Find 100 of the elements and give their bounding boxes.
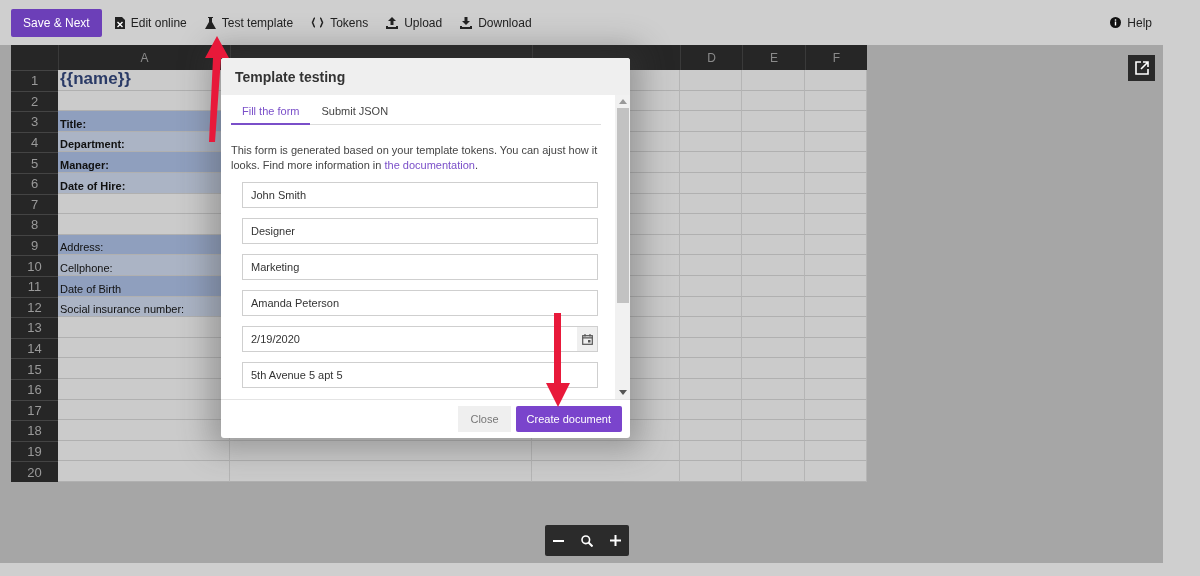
table-cell (680, 214, 742, 235)
table-cell (630, 234, 680, 256)
table-cell (742, 337, 805, 359)
row-header[interactable]: 3 (11, 111, 58, 132)
input-field[interactable]: Marketing (242, 254, 598, 280)
table-cell (742, 378, 805, 400)
toolbar-button[interactable]: Download (453, 8, 539, 37)
row-header[interactable]: 18 (11, 420, 58, 441)
toolbar-button[interactable]: Tokens (304, 8, 376, 37)
input-field[interactable]: Designer (242, 218, 598, 244)
table-cell (742, 317, 805, 338)
row-header[interactable]: 10 (11, 255, 58, 276)
table-cell (680, 193, 742, 215)
table-cell (680, 440, 742, 462)
table-cell (630, 399, 680, 421)
table-cell (805, 131, 867, 153)
table-cell (805, 399, 867, 421)
create-document-button[interactable]: Create document (515, 406, 622, 432)
table-cell (680, 461, 742, 482)
table-cell (805, 234, 867, 256)
toolbar-button[interactable]: Test template (197, 8, 301, 37)
table-cell (742, 214, 805, 235)
input-field[interactable]: John Smith (242, 182, 598, 208)
tab[interactable]: Submit JSON (310, 95, 400, 125)
documentation-link[interactable]: the documentation (384, 159, 475, 171)
table-cell (630, 214, 680, 235)
table-cell (680, 152, 742, 173)
row-header[interactable]: 12 (11, 296, 58, 318)
table-cell (680, 234, 742, 256)
flask-icon (204, 16, 216, 29)
table-cell (680, 90, 742, 112)
download-icon (460, 16, 473, 29)
column-header[interactable]: D (680, 45, 742, 70)
table-cell (630, 172, 680, 194)
table-cell (630, 193, 680, 215)
help-button[interactable]: Help (1103, 8, 1159, 37)
table-cell (680, 131, 742, 153)
save-next-button[interactable]: Save & Next (11, 8, 102, 37)
row-header[interactable]: 4 (11, 131, 58, 153)
table-cell (805, 317, 867, 338)
row-header[interactable]: 13 (11, 317, 58, 338)
tab[interactable]: Fill the form (231, 95, 311, 125)
toolbar-button[interactable]: Edit online (107, 8, 194, 37)
table-cell (742, 90, 805, 112)
table-cell (805, 275, 867, 297)
upload-icon (386, 16, 399, 29)
table-cell (742, 131, 805, 153)
toolbar-button[interactable]: Upload (379, 8, 450, 37)
table-cell (805, 172, 867, 194)
spreadsheet-file-icon (114, 16, 125, 29)
info-icon (1110, 17, 1122, 28)
table-cell (630, 111, 680, 132)
table-cell (742, 399, 805, 421)
row-header[interactable]: 7 (11, 193, 58, 215)
table-cell (805, 337, 867, 359)
date-field[interactable]: 2/19/2020 (242, 326, 598, 352)
row-header[interactable]: 14 (11, 337, 58, 359)
column-header[interactable]: E (742, 45, 805, 70)
row-header[interactable]: 9 (11, 234, 58, 256)
table-cell (805, 461, 867, 482)
table-cell (680, 111, 742, 132)
row-header[interactable]: 8 (11, 214, 58, 235)
input-field[interactable]: Amanda Peterson (242, 290, 598, 316)
table-cell (680, 172, 742, 194)
row-header[interactable]: 16 (11, 378, 58, 400)
column-header[interactable]: F (805, 45, 867, 70)
row-header[interactable]: 2 (11, 90, 58, 112)
table-cell (630, 275, 680, 297)
row-header[interactable]: 6 (11, 172, 58, 194)
row-header[interactable]: 20 (11, 461, 58, 482)
close-button[interactable]: Close (458, 406, 511, 432)
table-cell (742, 193, 805, 215)
row-header[interactable]: 11 (11, 275, 58, 297)
row-header[interactable]: 17 (11, 399, 58, 421)
table-cell (680, 275, 742, 297)
minus-icon (553, 539, 565, 542)
table-cell (630, 296, 680, 318)
search-icon (581, 534, 593, 547)
open-external-button[interactable] (1128, 55, 1155, 81)
table-cell (680, 399, 742, 421)
row-header[interactable]: 15 (11, 358, 58, 379)
table-cell (742, 172, 805, 194)
table-cell (680, 255, 742, 276)
row-header[interactable]: 1 (11, 70, 58, 91)
scrollbar[interactable] (615, 95, 630, 399)
table-cell (630, 255, 680, 276)
row-header[interactable]: 5 (11, 152, 58, 173)
table-cell (630, 358, 680, 379)
table-cell (742, 440, 805, 462)
table-cell (680, 296, 742, 318)
table-cell (680, 420, 742, 441)
calendar-button[interactable] (577, 327, 597, 351)
row-header[interactable]: 19 (11, 440, 58, 462)
table-cell (680, 378, 742, 400)
table-cell (630, 378, 680, 400)
table-cell (805, 193, 867, 215)
table-cell (630, 70, 680, 91)
scroll-up-icon (618, 99, 627, 104)
input-field[interactable]: 5th Avenue 5 apt 5 (242, 362, 598, 388)
table-cell (742, 296, 805, 318)
